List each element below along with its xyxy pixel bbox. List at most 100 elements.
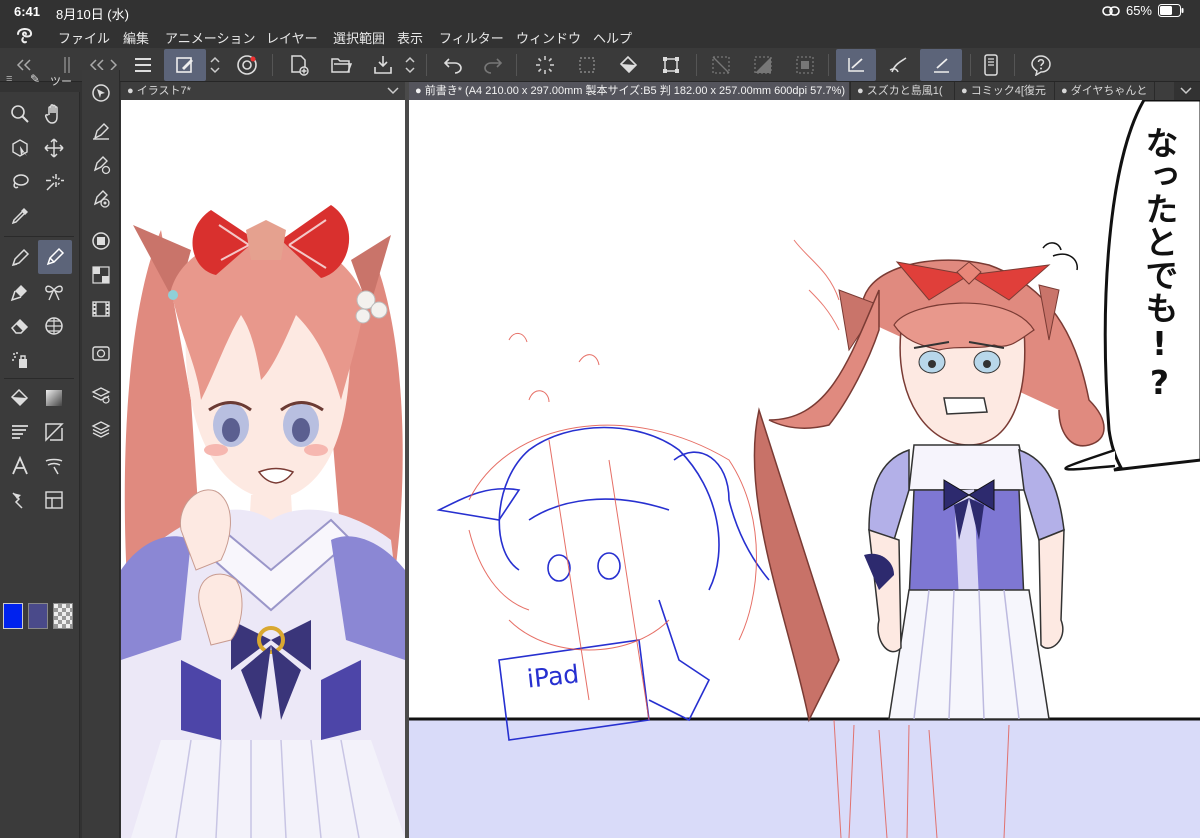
companion-icon[interactable] [232, 49, 262, 81]
frame-tool-icon[interactable] [38, 416, 70, 448]
tool-tab-label[interactable]: ツー [50, 73, 72, 89]
transform-icon[interactable] [656, 49, 686, 81]
pen-tool-icon[interactable] [4, 242, 36, 274]
clock-time: 6:41 [14, 4, 41, 19]
clock-date: 8月10日 (水) [56, 7, 129, 22]
tool-property-icon[interactable] [86, 116, 116, 146]
layer-property-icon[interactable] [86, 380, 116, 410]
tone-icon[interactable] [748, 49, 778, 81]
snap-special-ruler-icon[interactable] [880, 49, 916, 81]
character-illustration [121, 205, 405, 838]
airbrush-tool-icon[interactable] [4, 344, 36, 376]
mode-stepper-icon[interactable] [207, 49, 223, 81]
command-column [82, 70, 120, 838]
tab-comic4-label: ● コミック4[復元 [961, 85, 1046, 97]
brush-tool-icon[interactable] [4, 276, 36, 308]
edit-mode-icon[interactable] [164, 49, 206, 81]
tab-suzuka-label: ● スズカと島風1( [857, 85, 943, 97]
smartphone-icon[interactable] [976, 49, 1006, 81]
menu-window[interactable]: ウィンドウ [516, 28, 581, 47]
blend-tool-icon[interactable] [38, 310, 70, 342]
menu-file[interactable]: ファイル [58, 28, 110, 47]
text-tool-icon[interactable] [4, 450, 36, 482]
object-tool-icon[interactable] [4, 132, 36, 164]
status-bar: 6:41 8月10日 (水) 65% [0, 0, 1200, 22]
tool-divider [4, 378, 74, 379]
hand-tool-icon[interactable] [38, 98, 70, 130]
new-file-icon[interactable] [284, 49, 314, 81]
figure-tool-icon[interactable] [4, 416, 36, 448]
decoration-tool-icon[interactable] [38, 276, 70, 308]
sketch-ipad-label: iPad [525, 659, 581, 694]
ruler-tool-icon[interactable] [4, 484, 36, 516]
balloon-tool-icon[interactable] [38, 450, 70, 482]
gradient-tool-icon[interactable] [38, 382, 70, 414]
tabs-chevron-down-icon[interactable] [1180, 87, 1192, 95]
menu-layer[interactable]: レイヤー [266, 28, 318, 47]
color-wheel-icon[interactable] [86, 226, 116, 256]
tab-active-label: ● 前書き* (A4 210.00 x 297.00mm 製本サイズ:B5 判 … [415, 85, 846, 97]
zoom-tool-icon[interactable] [4, 98, 36, 130]
snap-grid-icon[interactable] [920, 49, 962, 81]
eyedropper-tool-icon[interactable] [4, 200, 36, 232]
tab-comic4[interactable]: ● コミック4[復元 [954, 82, 1054, 100]
layers-icon[interactable] [86, 414, 116, 444]
open-file-icon[interactable] [326, 49, 356, 81]
pen-tab-icon[interactable]: ✎ [30, 72, 40, 86]
transparent-color-swatch[interactable] [53, 603, 73, 629]
sub-view-icon[interactable] [86, 338, 116, 368]
tab-diamond[interactable]: ● ダイヤちゃんと [1054, 82, 1154, 100]
save-stepper-icon[interactable] [402, 49, 418, 81]
reference-canvas[interactable] [121, 100, 405, 838]
color-set-icon[interactable] [86, 260, 116, 290]
main-canvas[interactable]: なったとでも!? iPad [409, 100, 1200, 838]
menu-help[interactable]: ヘルプ [593, 28, 632, 47]
animation-timeline-icon[interactable] [86, 294, 116, 324]
save-icon[interactable] [368, 49, 398, 81]
hide-outside-icon[interactable] [706, 49, 736, 81]
tab-chevron-down-icon[interactable] [387, 87, 399, 95]
tab-diamond-label: ● ダイヤちゃんと [1061, 85, 1148, 97]
undo-icon[interactable] [438, 49, 468, 81]
tool-divider [4, 236, 74, 237]
menu-filter[interactable]: フィルター [439, 28, 504, 47]
fill-tool-icon[interactable] [4, 382, 36, 414]
eraser-tool-icon[interactable] [4, 310, 36, 342]
main-color-swatch[interactable] [3, 603, 23, 629]
tab-active-document[interactable]: ● 前書き* (A4 210.00 x 297.00mm 製本サイズ:B5 判 … [409, 82, 849, 100]
clear-selection-icon[interactable] [530, 49, 560, 81]
magic-wand-icon[interactable] [38, 166, 70, 198]
sub-tool-detail-icon[interactable] [86, 184, 116, 214]
redo-icon[interactable] [478, 49, 508, 81]
sub-color-swatch[interactable] [28, 603, 48, 629]
pencil-tool-icon[interactable] [38, 240, 72, 274]
lasso-tool-icon[interactable] [4, 166, 36, 198]
frame-border-icon[interactable] [790, 49, 820, 81]
tab-suzuka[interactable]: ● スズカと島風1( [850, 82, 954, 100]
help-icon[interactable] [1026, 49, 1056, 81]
menu-bar: ファイル 編集 アニメーション レイヤー 選択範囲 表示 フィルター ウィンドウ… [0, 22, 1200, 48]
menu-edit[interactable]: 編集 [123, 28, 149, 47]
app-logo-icon[interactable] [14, 25, 36, 45]
move-tool-icon[interactable] [38, 132, 70, 164]
hamburger-menu-icon[interactable] [128, 49, 158, 81]
navigator-icon[interactable] [86, 78, 116, 108]
brush-size-icon[interactable] [86, 150, 116, 180]
manga-panel-art [409, 100, 1200, 838]
battery-percent: 65% [1125, 3, 1152, 18]
menu-animation[interactable]: アニメーション [165, 28, 255, 47]
tab-overflow[interactable] [1154, 82, 1174, 100]
panel-menu-icon[interactable]: ≡ [6, 73, 12, 85]
speech-bubble-text: なったとでも!? [1140, 126, 1179, 402]
command-bar [0, 48, 1200, 82]
tool-panel-header: ≡ ✎ ツー [0, 70, 80, 92]
battery-icon [1158, 4, 1184, 17]
menu-view[interactable]: 表示 [397, 28, 423, 47]
fill-bucket-icon[interactable] [614, 49, 644, 81]
snap-ruler-icon[interactable] [836, 49, 876, 81]
menu-selection[interactable]: 選択範囲 [333, 28, 385, 47]
fill-selection-icon[interactable] [572, 49, 602, 81]
tool-panel: ≡ ✎ ツー [0, 72, 80, 838]
correct-line-tool-icon[interactable] [38, 484, 70, 516]
tab-illustration[interactable]: ● イラスト7* [121, 82, 405, 100]
